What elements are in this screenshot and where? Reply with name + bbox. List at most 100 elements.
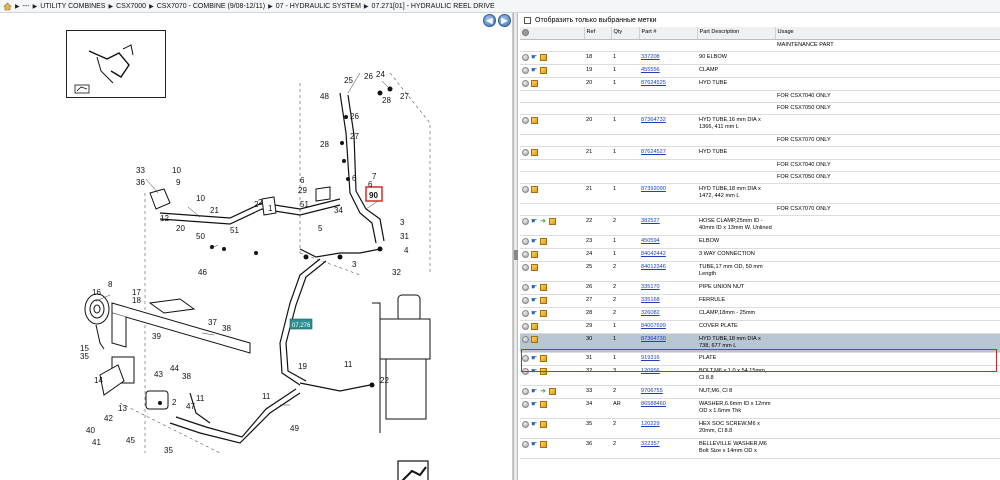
callout-label[interactable]: 2: [254, 200, 259, 209]
table-row[interactable]: ☛ ➜ 33 2 9706755 NUT,M6, Cl 8: [520, 385, 1000, 399]
usage-note-row[interactable]: FOR CSX7040 ONLY: [520, 90, 1000, 103]
callout-label[interactable]: 35: [80, 352, 89, 361]
part-number-link[interactable]: 84012346: [641, 264, 666, 270]
callout-label[interactable]: 20: [176, 224, 185, 233]
part-number-link[interactable]: 84007699: [641, 323, 666, 329]
package-icon[interactable]: [540, 309, 547, 317]
table-row[interactable]: 20 1 87364732 HYD TUBE,16 mm DIA x 1366, 41…: [520, 114, 1000, 135]
callout-label[interactable]: 11: [196, 394, 205, 403]
usage-note-row[interactable]: FOR CSX7070 ONLY: [520, 134, 1000, 147]
info-icon[interactable]: [522, 66, 529, 74]
callout-label[interactable]: 22: [380, 376, 389, 385]
add-to-cart-icon[interactable]: ☛: [531, 238, 538, 245]
callout-label[interactable]: 45: [126, 436, 135, 445]
info-icon[interactable]: [522, 237, 529, 245]
callout-label[interactable]: 32: [392, 268, 401, 277]
callout-label[interactable]: 28: [382, 96, 391, 105]
usage-note-row[interactable]: FOR CSX7050 ONLY: [520, 171, 1000, 184]
part-number-link[interactable]: 326082: [641, 310, 660, 316]
info-icon[interactable]: [522, 116, 529, 124]
info-icon[interactable]: [522, 53, 529, 61]
info-icon[interactable]: [522, 367, 529, 375]
package-icon[interactable]: [540, 66, 547, 74]
info-icon[interactable]: [522, 296, 529, 304]
part-number-link[interactable]: 87364732: [641, 117, 666, 123]
callout-label[interactable]: 21: [210, 206, 219, 215]
part-number-link[interactable]: 919316: [641, 355, 660, 361]
callout-label[interactable]: 48: [320, 92, 329, 101]
callout-label[interactable]: 33: [136, 166, 145, 175]
callout-label[interactable]: 10: [196, 194, 205, 203]
table-row[interactable]: ☛ 18 1 337208 90 ELBOW: [520, 51, 1000, 65]
callout-label[interactable]: 8: [108, 280, 113, 289]
callout-label[interactable]: 51: [230, 226, 239, 235]
part-number-link[interactable]: 87364730: [641, 336, 666, 342]
package-icon[interactable]: [531, 322, 538, 330]
callout-label[interactable]: 14: [94, 376, 103, 385]
callout-label[interactable]: 38: [182, 372, 191, 381]
callout-label[interactable]: 12: [160, 214, 169, 223]
info-icon[interactable]: [522, 148, 529, 156]
add-to-cart-icon[interactable]: ☛: [531, 67, 538, 74]
package-icon[interactable]: [549, 387, 556, 395]
package-icon[interactable]: [531, 335, 538, 343]
package-icon[interactable]: [540, 237, 547, 245]
package-icon[interactable]: [540, 400, 547, 408]
info-icon[interactable]: [522, 400, 529, 408]
callout-label[interactable]: 11: [344, 360, 353, 369]
part-number-link[interactable]: 120956: [641, 368, 660, 374]
info-icon[interactable]: [522, 322, 529, 330]
package-icon[interactable]: [540, 354, 547, 362]
part-number-link[interactable]: 450594: [641, 238, 660, 244]
info-icon[interactable]: [522, 440, 529, 448]
table-row[interactable]: ☛ 27 2 335168 FERRULE: [520, 294, 1000, 308]
callout-label[interactable]: 34: [334, 206, 343, 215]
callout-label[interactable]: 29: [298, 186, 307, 195]
table-row[interactable]: ☛ ➜ 22 2 382527 HOSE CLAMP,25mm ID - 40mm ID …: [520, 215, 1000, 236]
info-icon[interactable]: [522, 354, 529, 362]
callout-label[interactable]: 37: [208, 318, 217, 327]
leaf-icon[interactable]: ➜: [540, 388, 547, 395]
part-number-link[interactable]: 9706755: [641, 388, 663, 394]
add-to-cart-icon[interactable]: ☛: [531, 355, 538, 362]
usage-note-row[interactable]: MAINTENANCE PART: [520, 39, 1000, 52]
add-to-cart-icon[interactable]: ☛: [531, 310, 538, 317]
home-icon[interactable]: [3, 2, 12, 11]
callout-label[interactable]: 5: [318, 224, 323, 233]
part-number-link[interactable]: 382527: [641, 218, 660, 224]
add-to-cart-icon[interactable]: ☛: [531, 388, 538, 395]
callout-label[interactable]: 49: [290, 424, 299, 433]
callout-label[interactable]: 43: [154, 370, 163, 379]
package-icon[interactable]: [531, 185, 538, 193]
header-qty[interactable]: Qty: [611, 27, 640, 41]
part-number-link[interactable]: 335170: [641, 284, 660, 290]
info-icon[interactable]: [522, 283, 529, 291]
package-icon[interactable]: [531, 148, 538, 156]
filter-checkbox[interactable]: [524, 16, 531, 24]
package-icon[interactable]: [549, 217, 556, 225]
package-icon[interactable]: [531, 79, 538, 87]
info-icon[interactable]: [522, 335, 529, 343]
add-to-cart-icon[interactable]: ☛: [531, 218, 538, 225]
callout-label[interactable]: 26: [350, 112, 359, 121]
callout-label[interactable]: 4: [404, 246, 409, 255]
callout-label[interactable]: 3: [400, 218, 405, 227]
package-icon[interactable]: [540, 53, 547, 61]
callout-label[interactable]: 3: [352, 260, 357, 269]
callout-label[interactable]: 27: [400, 92, 409, 101]
table-row[interactable]: ☛ 34 AR 86588460 WASHER,6.6mm ID x 12mm OD x…: [520, 398, 1000, 419]
callout-label[interactable]: 42: [104, 414, 113, 423]
table-row[interactable]: ☛ 28 2 326082 CLAMP,18mm - 25mm: [520, 307, 1000, 321]
callout-label[interactable]: 31: [400, 232, 409, 241]
table-row[interactable]: ☛ 26 2 335170 PIPE UNION NUT: [520, 281, 1000, 295]
package-icon[interactable]: [540, 283, 547, 291]
part-number-link[interactable]: 86588460: [641, 401, 666, 407]
callout-label[interactable]: 6: [352, 174, 357, 183]
callout-label[interactable]: 50: [196, 232, 205, 241]
add-to-cart-icon[interactable]: ☛: [531, 368, 538, 375]
breadcrumb-series[interactable]: CSX7000: [116, 3, 146, 10]
callout-label[interactable]: 9: [176, 178, 181, 187]
usage-note-row[interactable]: FOR CSX7050 ONLY: [520, 102, 1000, 115]
callout-label[interactable]: 2: [172, 398, 177, 407]
callout-label[interactable]: 19: [298, 362, 307, 371]
